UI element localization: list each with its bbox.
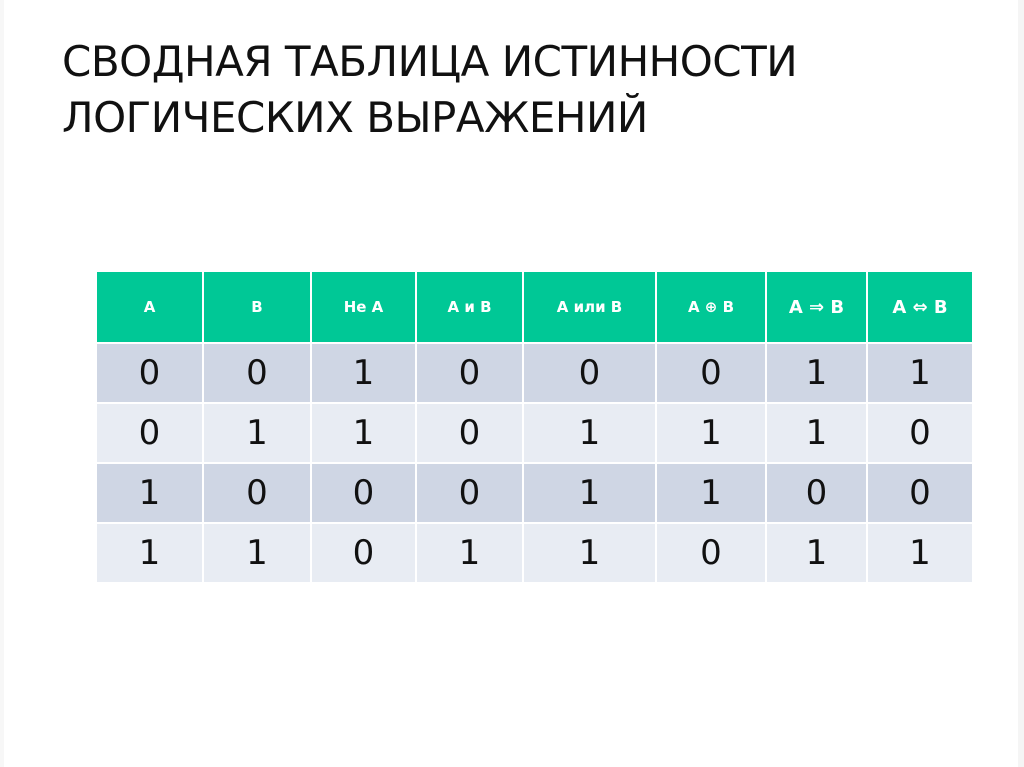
table-cell: 1	[765, 342, 868, 404]
table-cell: 1	[310, 342, 417, 404]
header-cell-b: В	[202, 270, 312, 344]
table-cell: 1	[655, 462, 767, 524]
table-cell: 0	[765, 462, 868, 524]
table-cell: 1	[655, 402, 767, 464]
table-cell: 0	[655, 342, 767, 404]
table-cell: 0	[310, 522, 417, 584]
table-cell: 0	[415, 402, 524, 464]
slide-title: СВОДНАЯ ТАБЛИЦА ИСТИННОСТИ ЛОГИЧЕСКИХ ВЫ…	[62, 34, 962, 146]
table-cell: 0	[95, 342, 204, 404]
table-cell: 1	[95, 462, 204, 524]
table-cell: 0	[866, 402, 974, 464]
table-cell: 1	[522, 462, 657, 524]
table-cell: 0	[310, 462, 417, 524]
header-cell-a-and-b: А и В	[415, 270, 524, 344]
table-cell: 0	[415, 462, 524, 524]
table-cell: 1	[765, 402, 868, 464]
table-cell: 1	[522, 402, 657, 464]
table-cell: 0	[202, 462, 312, 524]
table-header-row: А В Не А А и В А или В А ⊕ В А ⇒ В А ⇔ В	[95, 270, 974, 344]
header-cell-a-equiv-b: А ⇔ В	[866, 270, 974, 344]
table-row: 0 0 1 0 0 0 1 1	[95, 342, 974, 404]
table-cell: 0	[415, 342, 524, 404]
slide-edge-left	[0, 0, 4, 767]
header-cell-a-or-b: А или В	[522, 270, 657, 344]
table-cell: 1	[866, 342, 974, 404]
header-cell-a: А	[95, 270, 204, 344]
slide-title-line-1: СВОДНАЯ ТАБЛИЦА ИСТИННОСТИ	[62, 37, 798, 86]
header-cell-a-implies-b: А ⇒ В	[765, 270, 868, 344]
table-cell: 0	[522, 342, 657, 404]
table-cell: 1	[95, 522, 204, 584]
table-cell: 0	[95, 402, 204, 464]
table-cell: 1	[522, 522, 657, 584]
table-cell: 1	[765, 522, 868, 584]
table-cell: 0	[655, 522, 767, 584]
table-cell: 1	[202, 522, 312, 584]
slide-edge-right	[1018, 0, 1024, 767]
table-cell: 1	[202, 402, 312, 464]
table-cell: 0	[866, 462, 974, 524]
header-cell-not-a: Не А	[310, 270, 417, 344]
header-cell-a-xor-b: А ⊕ В	[655, 270, 767, 344]
truth-table: А В Не А А и В А или В А ⊕ В А ⇒ В А ⇔ В…	[95, 270, 974, 584]
slide-title-line-2: ЛОГИЧЕСКИХ ВЫРАЖЕНИЙ	[62, 93, 648, 142]
table-row: 1 1 0 1 1 0 1 1	[95, 522, 974, 584]
table-row: 1 0 0 0 1 1 0 0	[95, 462, 974, 524]
table-cell: 0	[202, 342, 312, 404]
table-cell: 1	[310, 402, 417, 464]
table-row: 0 1 1 0 1 1 1 0	[95, 402, 974, 464]
table-cell: 1	[866, 522, 974, 584]
table-cell: 1	[415, 522, 524, 584]
